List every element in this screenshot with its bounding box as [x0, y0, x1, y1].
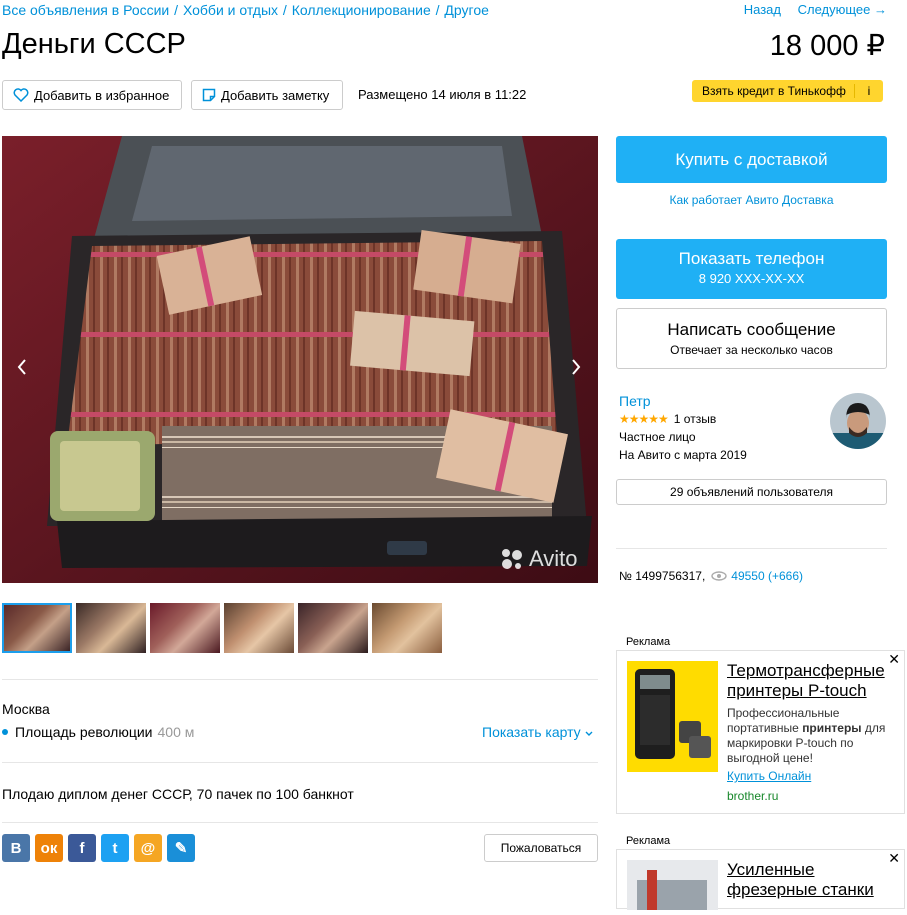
mail-share-icon[interactable]: @ [134, 834, 162, 862]
info-icon[interactable]: i [854, 84, 883, 98]
divider [2, 762, 598, 763]
ad-cta-link[interactable]: Купить Онлайн [727, 769, 811, 783]
advertisement[interactable]: ✕ Термотрансферные принтеры P-touch Проф… [616, 650, 905, 814]
report-button[interactable]: Пожаловаться [484, 834, 598, 862]
advertisement[interactable]: ✕ Усиленные фрезерные станки [616, 849, 905, 910]
add-favorite-button[interactable]: Добавить в избранное [2, 80, 182, 110]
heart-icon [13, 88, 29, 102]
divider [2, 822, 598, 823]
chevron-left-icon[interactable] [16, 356, 28, 382]
breadcrumb-item-hobby[interactable]: Хобби и отдых [183, 2, 278, 18]
seller-type: Частное лицо [619, 430, 696, 444]
facebook-share-icon[interactable]: f [68, 834, 96, 862]
star-icon: ★★★★★ [619, 412, 669, 426]
avito-logo-icon [502, 549, 522, 569]
show-map-link[interactable]: Показать карту [482, 724, 593, 740]
thumbnail[interactable] [372, 603, 442, 653]
thumbnail[interactable] [2, 603, 72, 653]
description: Плодаю диплом денег СССР, 70 пачек по 10… [2, 786, 354, 802]
note-icon [202, 88, 216, 102]
avito-watermark: Avito [500, 546, 578, 572]
ad-label: Реклама [626, 835, 671, 847]
ad-image[interactable] [627, 661, 718, 772]
thumbnail[interactable] [298, 603, 368, 653]
ad-label: Реклама [626, 636, 671, 648]
views-count[interactable]: 49550 (+666) [731, 569, 803, 583]
avatar[interactable] [830, 393, 886, 449]
breadcrumb: Все объявления в России / Хобби и отдых … [2, 2, 489, 18]
breadcrumb-separator: / [174, 2, 179, 18]
posted-date: Размещено 14 июля в 11:22 [358, 87, 527, 102]
ad-stats: № 1499756317, 49550 (+666) [619, 569, 803, 583]
buy-with-delivery-button[interactable]: Купить с доставкой [616, 136, 887, 183]
write-message-label: Написать сообщение [667, 320, 836, 339]
ok-share-icon[interactable]: ок [35, 834, 63, 862]
seller-reviews[interactable]: 1 отзыв [674, 412, 716, 426]
breadcrumb-item-other[interactable]: Другое [444, 2, 488, 18]
ad-number: № 1499756317, [619, 569, 706, 583]
livejournal-share-icon[interactable]: ✎ [167, 834, 195, 862]
breadcrumb-item-all[interactable]: Все объявления в России [2, 2, 169, 18]
credit-button[interactable]: Взять кредит в Тинькофф i [692, 80, 883, 102]
eye-icon [711, 571, 727, 581]
show-phone-label: Показать телефон [678, 249, 825, 268]
twitter-share-icon[interactable]: t [101, 834, 129, 862]
seller-name[interactable]: Петр [619, 393, 651, 409]
delivery-info-link[interactable]: Как работает Авито Доставка [616, 193, 887, 207]
seller-rating: ★★★★★ 1 отзыв [619, 412, 716, 426]
metro-station: Площадь революции 400 м [2, 724, 194, 740]
ad-headline[interactable]: Термотрансферные принтеры P-touch [727, 661, 902, 701]
back-link[interactable]: Назад [744, 2, 781, 17]
reply-time: Отвечает за несколько часов [670, 343, 833, 357]
thumbnail-strip [2, 603, 442, 653]
ad-image[interactable] [627, 860, 718, 910]
divider [616, 548, 887, 549]
watermark-text: Avito [529, 546, 578, 571]
thumbnail[interactable] [76, 603, 146, 653]
add-note-button[interactable]: Добавить заметку [191, 80, 343, 110]
money-case-image [2, 136, 598, 583]
metro-icon [2, 729, 8, 735]
location-city: Москва [2, 701, 50, 717]
main-photo[interactable]: Avito [2, 136, 598, 583]
chevron-down-icon [585, 731, 593, 736]
price: 18 000 ₽ [769, 30, 885, 62]
phone-number: 8 920 XXX-XX-XX [698, 271, 805, 286]
chevron-right-icon[interactable] [570, 356, 582, 382]
add-note-label: Добавить заметку [221, 87, 330, 103]
show-map-label: Показать карту [482, 724, 581, 740]
page-title: Деньги СССР [2, 28, 186, 60]
show-phone-button[interactable]: Показать телефон 8 920 XXX-XX-XX [616, 239, 887, 299]
add-favorite-label: Добавить в избранное [34, 87, 170, 103]
ad-headline[interactable]: Усиленные фрезерные станки [727, 860, 902, 900]
metro-distance: 400 м [157, 724, 195, 740]
seller-since: На Авито с марта 2019 [619, 448, 747, 462]
thumbnail[interactable] [150, 603, 220, 653]
breadcrumb-item-collecting[interactable]: Коллекционирование [292, 2, 431, 18]
breadcrumb-separator: / [282, 2, 287, 18]
share-buttons: В ок f t @ ✎ [2, 834, 195, 862]
breadcrumb-separator: / [435, 2, 440, 18]
user-ads-button[interactable]: 29 объявлений пользователя [616, 479, 887, 505]
write-message-button[interactable]: Написать сообщение Отвечает за несколько… [616, 308, 887, 369]
thumbnail[interactable] [224, 603, 294, 653]
ad-domain[interactable]: brother.ru [727, 789, 778, 803]
credit-label: Взять кредит в Тинькофф [702, 84, 846, 98]
metro-name: Площадь революции [15, 724, 153, 740]
divider [2, 679, 598, 680]
ad-body: Профессиональные портативные принтеры дл… [727, 706, 902, 766]
next-link[interactable]: Следующее → [798, 2, 887, 17]
ad-body-bold: принтеры [802, 721, 862, 735]
listing-nav: Назад Следующее → [731, 2, 887, 17]
vk-share-icon[interactable]: В [2, 834, 30, 862]
